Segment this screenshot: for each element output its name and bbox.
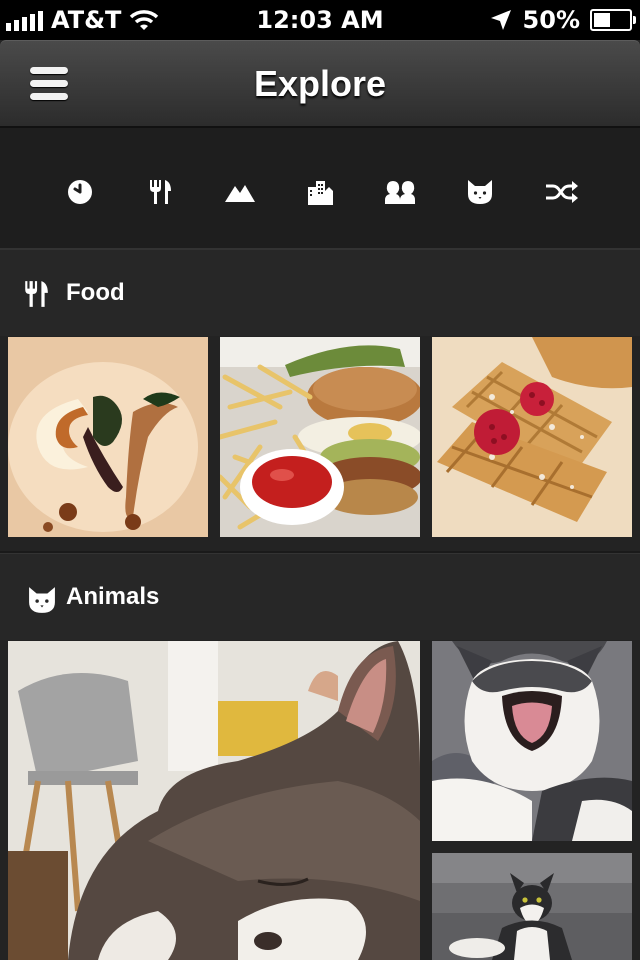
sleeping-cat-photo[interactable] xyxy=(8,641,420,960)
burger-fries-photo[interactable] xyxy=(220,337,420,537)
carrier-label: AT&T xyxy=(51,6,122,34)
wifi-icon xyxy=(130,10,159,30)
cat-icon[interactable] xyxy=(460,172,500,212)
section-header-animals[interactable]: Animals xyxy=(0,554,640,640)
section-header-food[interactable]: Food xyxy=(0,250,640,336)
people-icon[interactable] xyxy=(380,172,420,212)
cat-on-couch-photo[interactable] xyxy=(432,853,632,960)
waffles-raspberry-photo[interactable] xyxy=(432,337,632,537)
section-title: Animals xyxy=(66,583,160,610)
nav-bar: Explore xyxy=(0,40,640,128)
shuffle-icon[interactable] xyxy=(542,172,582,212)
battery-icon xyxy=(590,9,636,31)
fork-knife-icon xyxy=(25,281,48,307)
status-bar: 12:03 AM AT&T 50% xyxy=(0,0,640,40)
page-title: Explore xyxy=(253,63,387,104)
mountains-icon[interactable] xyxy=(220,172,260,212)
battery-percent: 50% xyxy=(522,6,580,34)
fork-knife-icon[interactable] xyxy=(140,172,180,212)
location-arrow-icon xyxy=(490,10,511,30)
signal-icon xyxy=(6,9,43,31)
section-title: Food xyxy=(66,279,125,306)
cat-icon xyxy=(29,587,55,613)
category-bar xyxy=(0,128,640,250)
yawning-cat-photo[interactable] xyxy=(432,641,632,841)
clock-icon[interactable] xyxy=(60,172,100,212)
fish-dish-photo[interactable] xyxy=(8,337,208,537)
buildings-icon[interactable] xyxy=(300,172,340,212)
